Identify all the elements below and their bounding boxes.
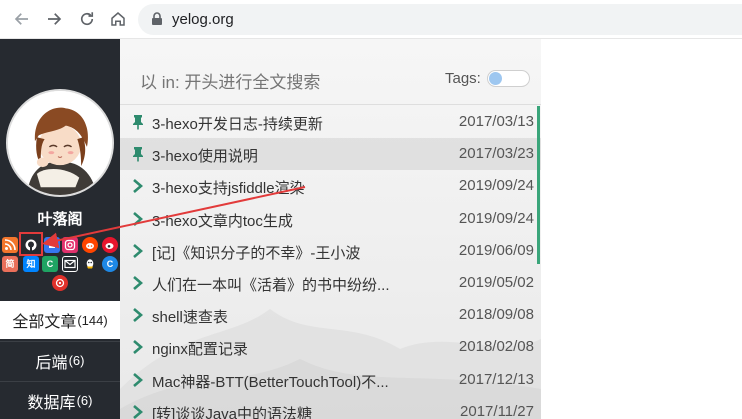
post-row[interactable]: [记]《知识分子的不幸》-王小波 2019/06/09: [120, 235, 541, 267]
category-database[interactable]: 数据库 (6): [0, 381, 120, 419]
search-bar: Tags:: [120, 39, 541, 105]
csdn-icon[interactable]: C: [42, 256, 58, 272]
post-title[interactable]: Mac神器-BTT(BetterTouchTool)不...: [152, 371, 389, 392]
post-row[interactable]: 人们在一本叫《活着》的书中纷纷... 2019/05/02: [120, 267, 541, 299]
address-bar[interactable]: yelog.org: [138, 4, 742, 35]
post-title[interactable]: 3-hexo文章内toc生成: [152, 210, 293, 231]
post-date: 2018/02/08: [458, 338, 534, 356]
post-title[interactable]: 3-hexo支持jsfiddle渲染: [152, 177, 305, 198]
chevron-right-icon: [133, 276, 143, 290]
post-row[interactable]: 3-hexo开发日志-持续更新 2017/03/13: [120, 106, 541, 138]
post-date: 2019/09/24: [458, 177, 534, 195]
home-button[interactable]: [107, 8, 129, 30]
pin-icon: [133, 115, 143, 130]
rss-icon[interactable]: [2, 237, 18, 253]
tags-toggle[interactable]: [487, 70, 530, 87]
category-count: (6): [76, 393, 93, 408]
site-name: 叶落阁: [37, 211, 83, 228]
arrow-left-icon: [14, 13, 28, 25]
reload-icon: [80, 12, 94, 26]
post-title[interactable]: 3-hexo开发日志-持续更新: [152, 113, 323, 134]
scroll-indicator-rail: [537, 106, 540, 264]
mail-icon[interactable]: [62, 256, 78, 272]
weibo-icon[interactable]: [102, 237, 118, 253]
sidebar: 叶落阁 简 知 C C 全部文章 (144) 后端 (6) 数据库 (6): [0, 39, 120, 419]
csdn-alt-icon[interactable]: C: [102, 256, 118, 272]
reload-button[interactable]: [76, 8, 98, 30]
post-date: 2017/03/13: [458, 113, 534, 130]
post-row[interactable]: shell速查表 2018/09/08: [120, 299, 541, 331]
category-label: 数据库: [27, 394, 76, 412]
post-title[interactable]: [转]谈谈Java中的语法糖: [152, 403, 312, 419]
post-row[interactable]: 3-hexo文章内toc生成 2019/09/24: [120, 203, 541, 235]
github-highlight-box: [19, 232, 43, 256]
post-date: 2017/11/27: [460, 402, 534, 419]
post-title[interactable]: [记]《知识分子的不幸》-王小波: [152, 242, 360, 263]
post-date: 2018/09/08: [458, 306, 534, 324]
post-title[interactable]: shell速查表: [152, 306, 228, 327]
home-icon: [111, 12, 125, 26]
pin-icon: [133, 147, 143, 162]
qq-icon[interactable]: [82, 256, 98, 272]
category-count: (144): [77, 312, 108, 328]
category-all-posts[interactable]: 全部文章 (144): [0, 301, 120, 339]
chevron-right-icon: [133, 243, 143, 258]
avatar-illustration: [8, 91, 112, 195]
post-row[interactable]: nginx配置记录 2018/02/08: [120, 331, 541, 363]
chevron-right-icon: [133, 308, 143, 323]
post-date: 2017/12/13: [458, 370, 534, 388]
post-date: 2019/05/02: [458, 274, 534, 291]
category-label: 全部文章: [12, 314, 77, 331]
post-date: 2017/03/23: [458, 145, 534, 163]
chevron-right-icon: [133, 404, 143, 419]
chevron-right-icon: [133, 340, 143, 355]
tags-label: Tags:: [445, 70, 481, 87]
post-date: 2019/06/09: [458, 241, 534, 259]
chevron-right-icon: [133, 179, 143, 194]
post-title[interactable]: nginx配置记录: [152, 338, 248, 359]
chevron-right-icon: [133, 211, 143, 226]
url-text: yelog.org: [172, 11, 234, 28]
back-button[interactable]: [11, 8, 33, 30]
post-row[interactable]: 3-hexo支持jsfiddle渲染 2019/09/24: [120, 170, 541, 202]
neteasemusic-icon[interactable]: [52, 275, 68, 291]
category-label: 后端: [35, 354, 68, 372]
post-title[interactable]: 人们在一本叫《活着》的书中纷纷...: [152, 274, 390, 295]
chevron-right-icon: [133, 372, 143, 387]
post-row[interactable]: 3-hexo使用说明 2017/03/23: [120, 138, 541, 171]
zhihu-icon[interactable]: 知: [23, 256, 39, 272]
blue-square-icon[interactable]: [44, 237, 60, 253]
post-row[interactable]: [转]谈谈Java中的语法糖 2017/11/27: [120, 396, 541, 419]
lock-icon: [152, 12, 162, 25]
instagram-icon[interactable]: [62, 237, 78, 253]
reddit-icon[interactable]: [82, 237, 98, 253]
search-input[interactable]: [140, 73, 390, 93]
avatar[interactable]: [6, 89, 114, 197]
arrow-right-icon: [48, 13, 62, 25]
category-count: (6): [68, 353, 85, 368]
post-list-panel: Tags: 3-hexo开发日志-持续更新 2017/03/13 3-hexo使用说…: [120, 39, 541, 419]
tags-toggle-knob: [489, 72, 502, 85]
post-row[interactable]: Mac神器-BTT(BetterTouchTool)不... 2017/12/13: [120, 364, 541, 396]
post-title[interactable]: 3-hexo使用说明: [152, 145, 258, 166]
browser-toolbar: yelog.org: [0, 0, 742, 39]
post-date: 2019/09/24: [458, 209, 534, 227]
category-backend[interactable]: 后端 (6): [0, 341, 120, 379]
jianshu-icon[interactable]: 简: [2, 256, 18, 272]
forward-button[interactable]: [43, 8, 65, 30]
